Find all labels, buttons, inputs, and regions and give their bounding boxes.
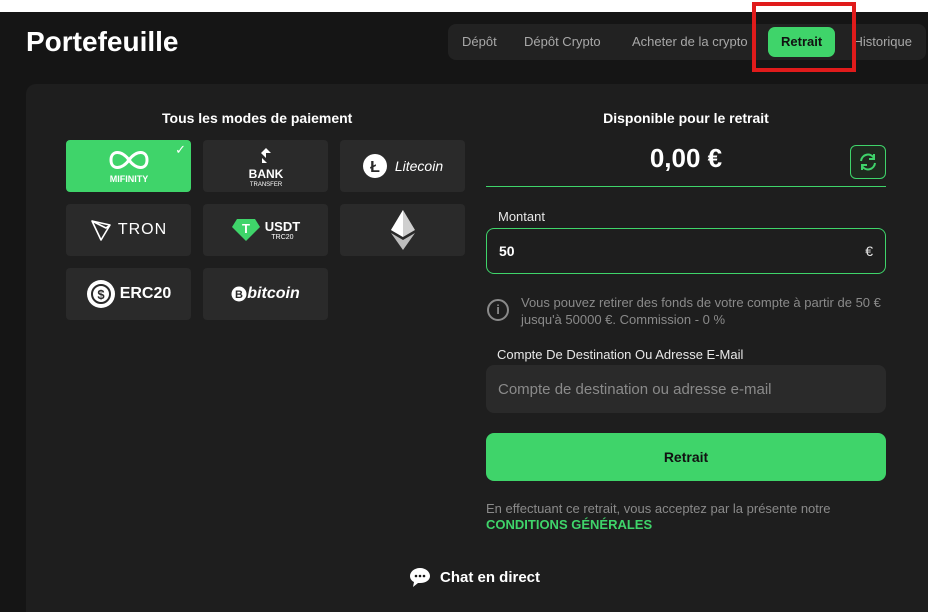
payment-method-usdt[interactable]: T USDT TRC20 xyxy=(203,204,328,256)
tron-label: TRON xyxy=(117,221,168,238)
tab-historique-label: Historique xyxy=(853,34,912,49)
tab-acheter-crypto[interactable]: Acheter de la crypto xyxy=(632,24,748,60)
litecoin-icon: Ł xyxy=(362,154,387,178)
svg-text:T: T xyxy=(242,221,250,236)
mifinity-logo: MIFINITY xyxy=(108,151,149,184)
tab-historique[interactable]: Historique xyxy=(846,24,926,60)
bank-label: BANK xyxy=(248,167,283,181)
info-text: Vous pouvez retirer des fonds de votre c… xyxy=(521,295,881,327)
payment-method-erc20[interactable]: $ ERC20 xyxy=(66,268,191,320)
ethereum-icon xyxy=(390,210,415,250)
live-chat-button[interactable]: Chat en direct xyxy=(408,566,540,588)
withdraw-button[interactable]: Retrait xyxy=(486,433,886,481)
currency-symbol: € xyxy=(865,243,873,259)
payment-methods-title: Tous les modes de paiement xyxy=(162,110,353,126)
amount-field: € xyxy=(486,228,886,274)
mifinity-label: MIFINITY xyxy=(109,174,148,184)
payment-method-mifinity[interactable]: ✓ MIFINITY xyxy=(66,140,191,192)
page-title: Portefeuille xyxy=(26,26,179,57)
info-icon: i xyxy=(487,299,509,321)
tron-icon xyxy=(91,220,111,241)
chat-label: Chat en direct xyxy=(440,568,541,586)
payment-method-ethereum[interactable] xyxy=(340,204,465,256)
destination-label: Compte De Destination Ou Adresse E-Mail xyxy=(497,347,744,362)
destination-input[interactable] xyxy=(498,365,874,413)
terms-link[interactable]: CONDITIONS GÉNÉRALES xyxy=(486,517,652,532)
trc20-label: TRC20 xyxy=(271,234,294,241)
check-icon: ✓ xyxy=(175,142,186,157)
bitcoin-icon: B xyxy=(231,286,247,302)
erc20-label: ERC20 xyxy=(119,285,172,302)
usdc-icon: $ xyxy=(86,280,115,308)
tab-depot[interactable]: Dépôt xyxy=(462,24,497,60)
chat-icon xyxy=(410,568,430,587)
svg-text:$: $ xyxy=(97,287,105,302)
terms-text: En effectuant ce retrait, vous acceptez … xyxy=(486,501,831,516)
payment-method-bitcoin[interactable]: B bitcoin xyxy=(203,268,328,320)
payment-method-litecoin[interactable]: Ł Litecoin xyxy=(340,140,465,192)
highlight-box xyxy=(752,2,856,72)
litecoin-label: Litecoin xyxy=(394,158,444,174)
balance-value: 0,00 € xyxy=(649,143,723,173)
available-title: Disponible pour le retrait xyxy=(603,110,769,126)
amount-input[interactable] xyxy=(499,229,839,273)
tether-icon: T xyxy=(231,219,260,241)
refresh-icon xyxy=(860,153,876,171)
usdt-text: USDT TRC20 xyxy=(265,219,300,241)
bank-transfer-logo: BANK TRANSFER xyxy=(248,148,283,188)
refresh-button[interactable] xyxy=(850,145,886,179)
tab-depot-crypto[interactable]: Dépôt Crypto xyxy=(524,24,601,60)
balance-divider xyxy=(486,186,886,187)
usdt-label: USDT xyxy=(264,219,301,234)
svg-text:B: B xyxy=(235,289,243,301)
transfer-label: TRANSFER xyxy=(249,182,282,188)
payment-method-tron[interactable]: TRON xyxy=(66,204,191,256)
destination-field xyxy=(486,365,886,413)
amount-label: Montant xyxy=(498,209,545,224)
payment-method-bank-transfer[interactable]: BANK TRANSFER xyxy=(203,140,328,192)
svg-text:Ł: Ł xyxy=(370,159,380,176)
bitcoin-label: bitcoin xyxy=(247,285,300,302)
